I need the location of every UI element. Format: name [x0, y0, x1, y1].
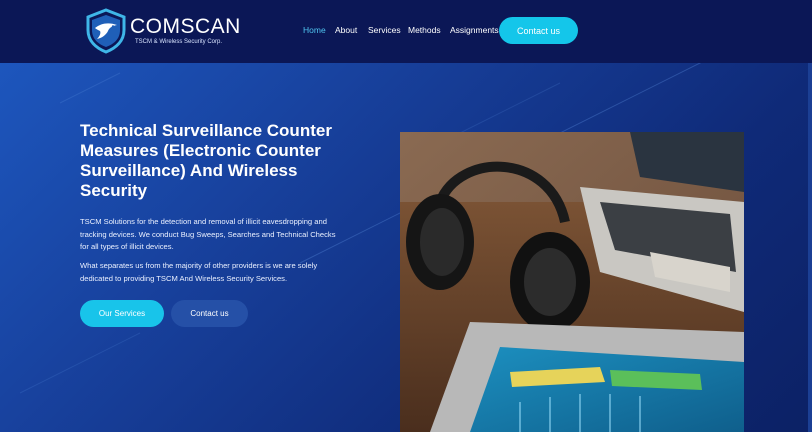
hero-paragraph-2: What separates us from the majority of o… — [80, 261, 318, 283]
brand-tagline: TSCM & Wireless Security Corp. — [135, 39, 223, 45]
page-scrollbar[interactable] — [808, 63, 812, 432]
hero-title: Technical Surveillance Counter Measures … — [80, 121, 332, 200]
nav-about[interactable]: About — [335, 25, 357, 35]
nav-assignments[interactable]: Assignments — [450, 25, 499, 35]
nav-methods[interactable]: Methods — [408, 25, 441, 35]
site-header: COMSCAN TSCM & Wireless Security Corp. H… — [0, 0, 812, 63]
shield-eagle-logo-icon — [86, 8, 126, 54]
hero-image-headphones-laptop — [400, 132, 744, 432]
brand-name: COMSCAN — [130, 15, 241, 38]
our-services-button[interactable]: Our Services — [80, 300, 164, 327]
hero-contact-button[interactable]: Contact us — [171, 300, 248, 327]
logo[interactable]: COMSCAN TSCM & Wireless Security Corp. — [83, 8, 240, 54]
header-contact-button[interactable]: Contact us — [499, 17, 578, 44]
nav-home[interactable]: Home — [303, 25, 326, 35]
hero-paragraph-1: TSCM Solutions for the detection and rem… — [80, 217, 336, 251]
hero-image-illustration — [400, 132, 744, 432]
nav-services[interactable]: Services — [368, 25, 401, 35]
